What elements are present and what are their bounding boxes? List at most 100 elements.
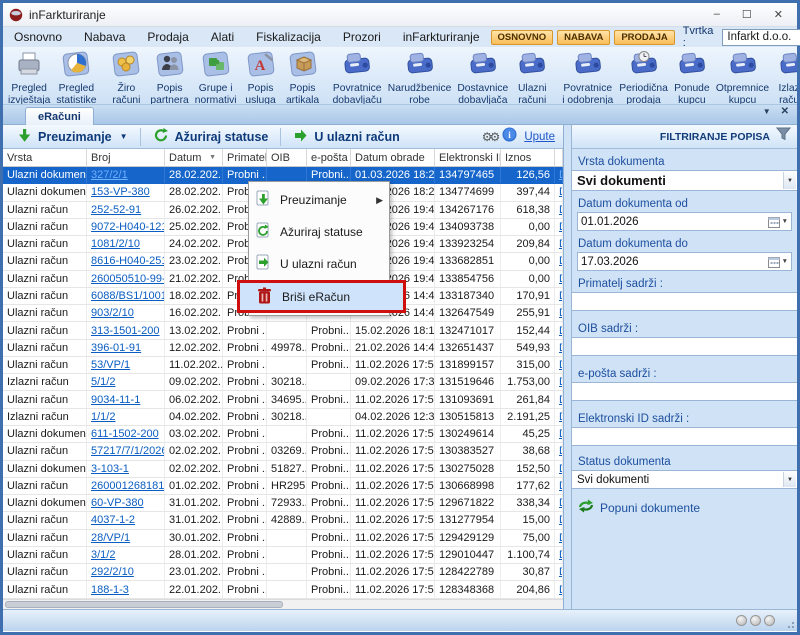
column-header-broj[interactable]: Broj [87, 149, 165, 166]
table-row[interactable]: Ulazni račun57217/7/1/202602.02.202...Pr… [3, 443, 563, 460]
table-row[interactable]: Ulazni račun396-01-9112.02.202...Probni … [3, 340, 563, 357]
column-header-primatelj[interactable]: Primatelj [223, 149, 267, 166]
ribbon-button-ulazni-racuni[interactable]: Ulazniračuni [511, 48, 553, 105]
context-menu-item-preuzimanje[interactable]: Preuzimanje▶ [249, 184, 389, 216]
maximize-button[interactable]: ☐ [742, 8, 752, 21]
close-button[interactable]: ✕ [774, 8, 783, 21]
document-link[interactable]: 260050510-99-02 [91, 273, 165, 285]
table-row[interactable]: Ulazni dokument3-103-102.02.202...Probni… [3, 461, 563, 478]
table-row[interactable]: Ulazni dokument611-1502-20003.02.202...P… [3, 426, 563, 443]
quick-button-nabava[interactable]: NABAVA [557, 30, 610, 45]
ribbon-button-pregled-izvjestaja[interactable]: Pregledizvještaja [5, 48, 53, 105]
menubar-item-osnovno[interactable]: Osnovno [3, 27, 73, 47]
info-icon[interactable]: i [502, 127, 517, 147]
table-row[interactable]: Ulazni račun28/VP/130.01.202...Probni ..… [3, 530, 563, 547]
document-link[interactable]: 53/VP/1 [91, 359, 130, 371]
document-link[interactable]: 153-VP-380 [91, 186, 150, 198]
document-link[interactable]: 9034-11-1 [91, 394, 140, 406]
table-row[interactable]: Izlazni račun5/1/209.02.202...Probni ...… [3, 374, 563, 391]
ribbon-button-ziro-racuni[interactable]: Žiroračuni [105, 48, 147, 105]
menubar-item-nabava[interactable]: Nabava [73, 27, 136, 47]
table-row[interactable]: Ulazni račun292/2/1023.01.202...Probni .… [3, 564, 563, 581]
document-link[interactable]: 313-1501-200 [91, 325, 160, 337]
resize-grip-icon[interactable] [783, 617, 795, 629]
document-link[interactable]: 3/1/2 [91, 549, 115, 561]
context-menu-item-azuriraj-statuse[interactable]: Ažuriraj statuse [249, 216, 389, 248]
ribbon-button-narudzbenice-robe[interactable]: Narudžbenicerobe [385, 48, 455, 105]
ribbon-button-pregled-statistike[interactable]: Pregledstatistike [53, 48, 99, 105]
ribbon-button-povratnice-dobavljacu[interactable]: Povratnicedobavljaču [330, 48, 385, 105]
ribbon-button-periodicna-prodaja[interactable]: Periodičnaprodaja [616, 48, 671, 105]
table-row[interactable]: Ulazni račun3/1/228.01.202...Probni ...P… [3, 547, 563, 564]
table-row[interactable]: Ulazni račun188-1-322.01.202...Probni ..… [3, 581, 563, 598]
tab-close-icon[interactable]: ✕ [781, 106, 789, 117]
document-link[interactable]: 4037-1-2 [91, 514, 135, 526]
chevron-down-icon[interactable]: ▼ [783, 472, 796, 487]
menubar-item-prozori[interactable]: Prozori [332, 27, 392, 47]
ribbon-button-izlazni-racuni[interactable]: Izlazniračuni [772, 48, 797, 105]
horizontal-scrollbar-thumb[interactable] [5, 601, 283, 608]
vrsta-dokumenta-select[interactable]: Svi dokumenti ▼ [572, 170, 797, 191]
chevron-down-icon[interactable]: ▼ [783, 172, 796, 189]
column-header-vrsta[interactable]: Vrsta [3, 149, 87, 166]
ribbon-button-ponude-kupcu[interactable]: Ponudekupcu [671, 48, 713, 105]
ribbon-button-dostavnice-dobavljaca[interactable]: Dostavnicedobavljača [454, 48, 511, 105]
document-link[interactable]: 1/1/2 [91, 411, 115, 423]
context-menu-item-u-ulazni-racun[interactable]: U ulazni račun [249, 248, 389, 280]
eposta-input[interactable] [572, 383, 797, 400]
menubar-item-fiskalizacija[interactable]: Fiskalizacija [245, 27, 332, 47]
table-row[interactable]: Ulazni račun9034-11-106.02.202...Probni … [3, 391, 563, 408]
document-link[interactable]: 1081/2/10 [91, 238, 140, 250]
oib-input[interactable] [572, 338, 797, 355]
status-dokumenta-select[interactable]: Svi dokumenti ▼ [572, 470, 797, 489]
column-header-e-posta[interactable]: e-pošta [307, 149, 351, 166]
company-select[interactable]: Infarkt d.o.o. ▼ [722, 29, 800, 46]
column-header-datum[interactable]: Datum [165, 149, 223, 166]
filter-funnel-icon[interactable] [776, 127, 791, 146]
chevron-down-icon[interactable]: ▼ [782, 258, 788, 265]
ribbon-button-grupe-i-normativi[interactable]: Grupe inormativi [192, 48, 240, 105]
context-menu-item-brisi-eracun[interactable]: Briši eRačun [237, 280, 406, 313]
column-header-oib[interactable]: OIB [267, 149, 307, 166]
status-indicator-circles[interactable] [736, 615, 775, 626]
document-link[interactable]: 28/VP/1 [91, 532, 130, 544]
document-link[interactable]: 57217/7/1/2026 [91, 445, 165, 457]
document-link[interactable]: 396-01-91 [91, 342, 141, 354]
table-row[interactable]: Ulazni račun4037-1-231.01.202...Probni .… [3, 512, 563, 529]
document-link[interactable]: 5/1/2 [91, 376, 115, 388]
column-header-link[interactable] [555, 149, 563, 166]
document-link[interactable]: 292/2/10 [91, 566, 134, 578]
document-link[interactable]: 903/2/10 [91, 307, 134, 319]
table-row[interactable]: Ulazni račun53/VP/111.02.202...Probni ..… [3, 357, 563, 374]
settings-gears-icon[interactable]: ⚙⚙ [482, 130, 498, 144]
document-link[interactable]: 3-103-1 [91, 463, 129, 475]
minimize-button[interactable]: – [714, 8, 720, 21]
table-row[interactable]: Ulazni dokument60-VP-38031.01.202...Prob… [3, 495, 563, 512]
primatelj-input[interactable] [572, 293, 797, 310]
ribbon-button-otpremnice-kupcu[interactable]: Otpremnicekupcu [713, 48, 772, 105]
preuzimanje-button[interactable]: Preuzimanje▼ [7, 126, 138, 148]
document-link[interactable]: 8616-H040-25148 [91, 255, 165, 267]
panel-splitter[interactable] [563, 125, 571, 609]
ribbon-button-povratnice-i-odobrenja[interactable]: Povratnicei odobrenja [559, 48, 616, 105]
column-header-elektronski-id[interactable]: Elektronski ID [435, 149, 501, 166]
menubar-item-infarkturiranje[interactable]: inFarkturiranje [392, 27, 491, 47]
u-ulazni-racun-button[interactable]: U ulazni račun [283, 126, 409, 148]
table-row[interactable]: Izlazni račun1/1/204.02.202...Probni ...… [3, 409, 563, 426]
tab-eracuni[interactable]: eRačuni [25, 107, 94, 125]
table-row[interactable]: Ulazni račun260001268181-...01.02.202...… [3, 478, 563, 495]
ribbon-button-popis-partnera[interactable]: Popispartnera [147, 48, 191, 105]
document-link[interactable]: 327/2/1 [91, 169, 128, 181]
document-link[interactable]: 188-1-3 [91, 584, 129, 596]
horizontal-scrollbar[interactable] [3, 599, 563, 609]
quick-button-osnovno[interactable]: OSNOVNO [491, 30, 554, 45]
upute-help-link[interactable]: Upute [524, 131, 555, 143]
tab-list-dropdown-icon[interactable]: ▼ [763, 107, 771, 116]
document-link[interactable]: 60-VP-380 [91, 497, 144, 509]
chevron-down-icon[interactable]: ▼ [120, 132, 128, 141]
document-link[interactable]: 611-1502-200 [91, 428, 159, 440]
document-link[interactable]: 6088/BS1/1001 [91, 290, 165, 302]
datum-od-input[interactable] [578, 213, 768, 230]
menubar-item-prodaja[interactable]: Prodaja [136, 27, 199, 47]
document-link[interactable]: 260001268181-... [91, 480, 165, 492]
